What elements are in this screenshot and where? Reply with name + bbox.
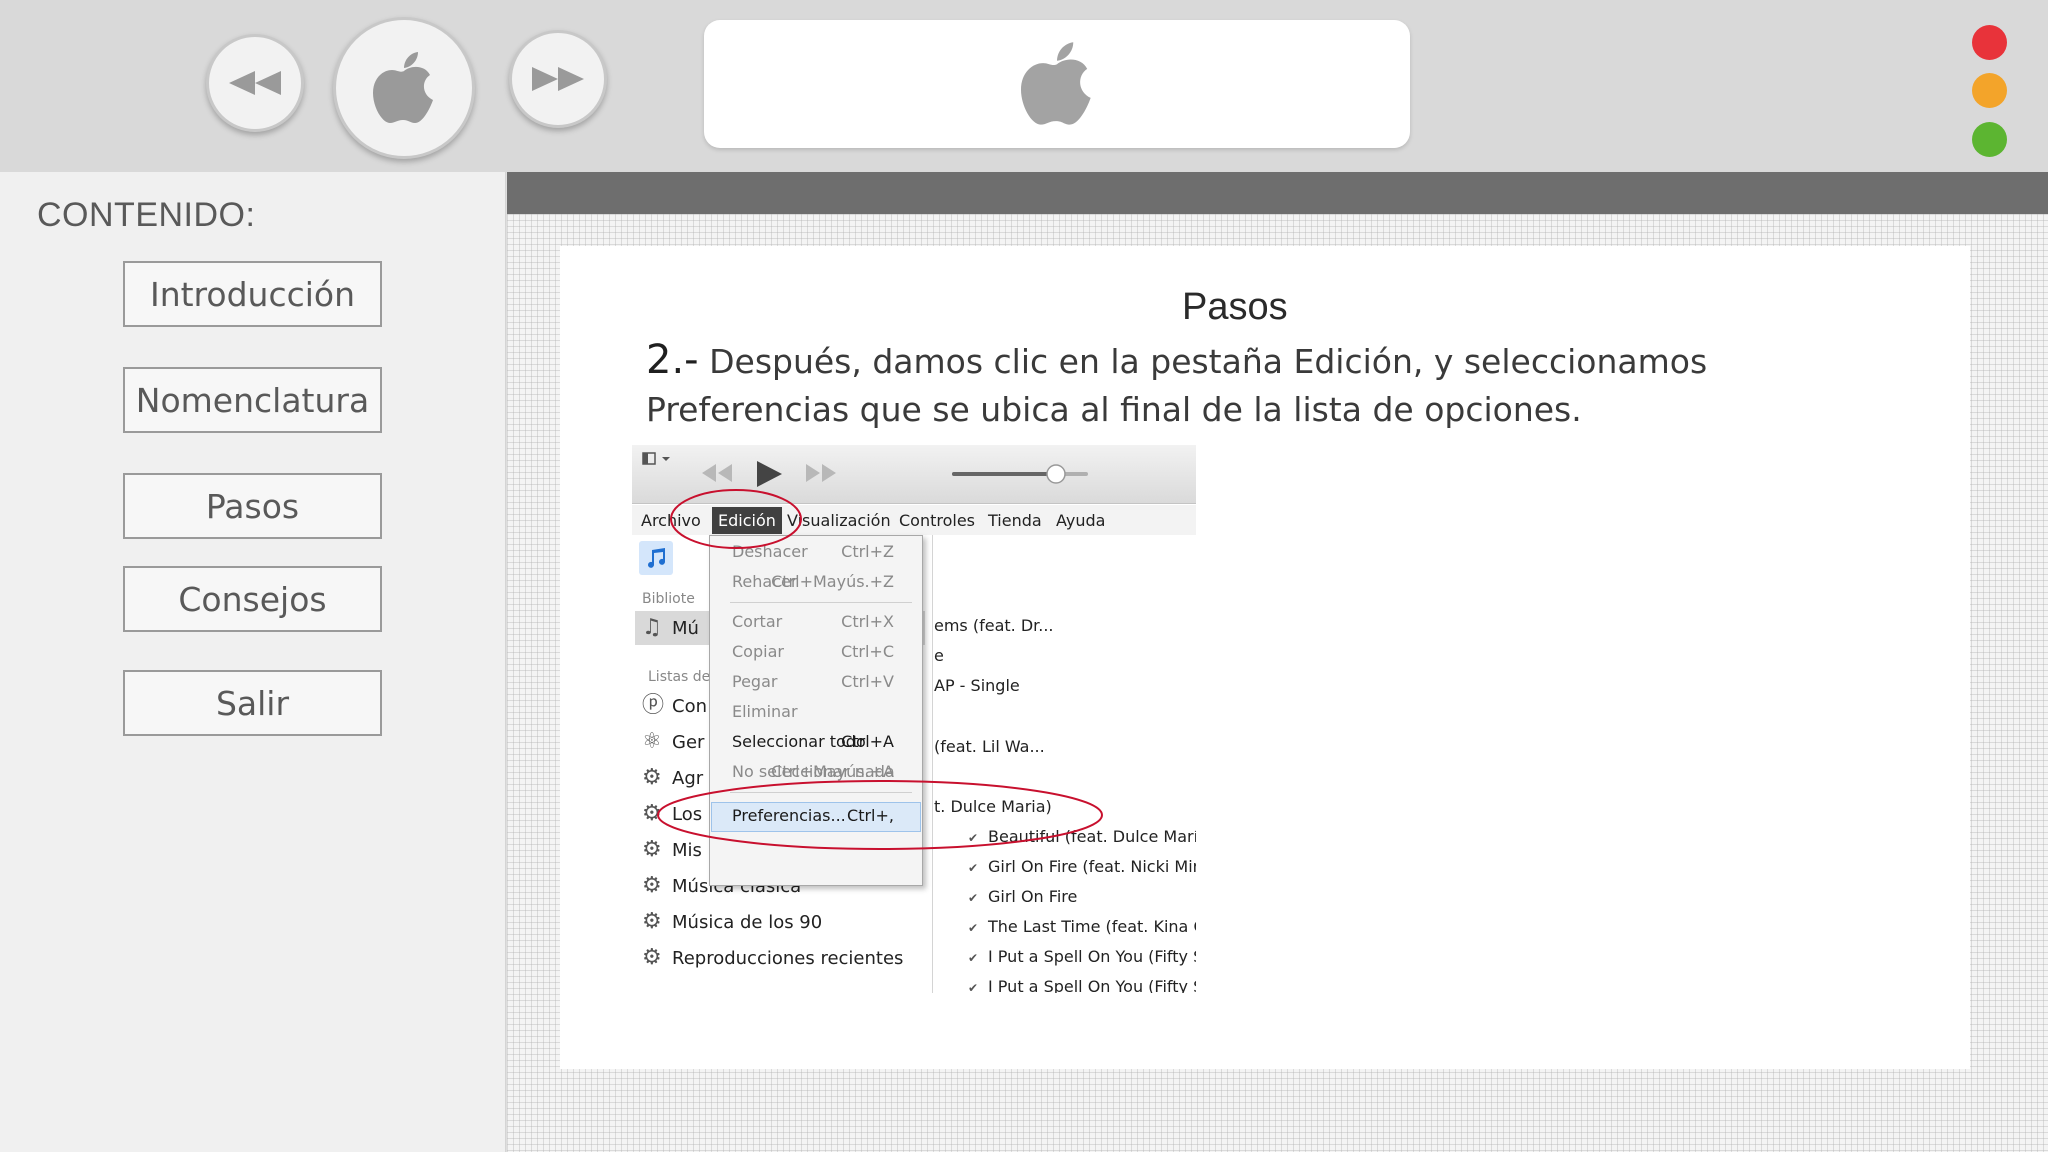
playlists-label: Listas de	[648, 669, 711, 685]
menu-item-pegar[interactable]: Pegar	[732, 672, 777, 691]
menu-item-preferencias[interactable]: Preferencias...	[732, 806, 846, 825]
itunes-rewind-icon	[702, 464, 732, 482]
song-row[interactable]: I Put a Spell On You (Fifty S	[988, 977, 1196, 993]
song-row[interactable]: t. Dulce Maria)	[934, 797, 1052, 816]
fast-forward-button[interactable]	[509, 30, 607, 128]
menu-item-copiar[interactable]: Copiar	[732, 642, 784, 661]
menu-separator	[730, 602, 912, 603]
nav-button-salir[interactable]: Salir	[123, 670, 382, 736]
menu-item-eliminar[interactable]: Eliminar	[732, 702, 798, 721]
apple-logo-icon	[373, 52, 433, 123]
itunes-play-icon	[757, 461, 782, 487]
itunes-forward-icon	[806, 464, 836, 482]
song-row[interactable]: e	[934, 646, 944, 665]
close-dot[interactable]	[1972, 25, 2007, 60]
music-label[interactable]: Mú	[672, 618, 699, 639]
menu-ayuda[interactable]: Ayuda	[1056, 511, 1105, 530]
shortcut-label: Ctrl+Z	[841, 542, 894, 561]
genius-icon: ⚛	[642, 729, 662, 754]
itunes-menu-bar: Archivo Edición Visualización Controles …	[632, 505, 1196, 535]
shortcut-label: Ctrl+X	[841, 612, 894, 631]
display-screen	[704, 20, 1410, 148]
sidebar-toggle-icon	[642, 452, 670, 465]
itunes-song-list: ems (feat. Dr... e AP - Single (feat. Li…	[932, 535, 1196, 993]
playlist-item[interactable]: Los	[672, 804, 702, 825]
song-row[interactable]: (feat. Lil Wa...	[934, 737, 1045, 756]
menu-controles[interactable]: Controles	[899, 511, 975, 530]
music-note-icon: ♫	[642, 615, 662, 640]
playlist-item[interactable]: Ger	[672, 732, 704, 753]
menu-separator	[730, 792, 912, 793]
minimize-dot[interactable]	[1972, 73, 2007, 108]
fast-forward-icon	[532, 67, 584, 91]
itunes-toolbar	[632, 445, 1196, 504]
volume-slider	[952, 464, 1088, 484]
menu-edicion[interactable]: Edición	[712, 507, 782, 534]
home-button[interactable]	[333, 17, 475, 159]
menu-tienda[interactable]: Tienda	[988, 511, 1042, 530]
podcast-icon: ⓟ	[642, 693, 665, 718]
menu-archivo[interactable]: Archivo	[641, 511, 701, 530]
step-description: 2.- Después, damos clic en la pestaña Ed…	[646, 336, 1906, 434]
edit-dropdown-menu: Deshacer Ctrl+Z Rehacer Ctrl+Mayús.+Z Co…	[709, 535, 923, 886]
checkbox-icon[interactable]: ✔	[968, 891, 978, 905]
nav-button-introduccion[interactable]: Introducción	[123, 261, 382, 327]
itunes-screenshot: Archivo Edición Visualización Controles …	[632, 445, 1196, 993]
checkbox-icon[interactable]: ✔	[968, 921, 978, 935]
gear-icon: ⚙	[642, 765, 662, 790]
checkbox-icon[interactable]: ✔	[968, 861, 978, 875]
song-row[interactable]: I Put a Spell On You (Fifty S	[988, 947, 1196, 966]
menu-item-deshacer[interactable]: Deshacer	[732, 542, 808, 561]
shortcut-label: Ctrl+V	[841, 672, 894, 691]
shortcut-label: Ctrl+Mayús.+A	[771, 762, 894, 781]
song-row[interactable]: Girl On Fire (feat. Nicki Min	[988, 857, 1196, 876]
step-text: Después, damos clic en la pestaña Edició…	[646, 342, 1708, 429]
menu-visualizacion[interactable]: Visualización	[787, 511, 891, 530]
content-header-bar	[507, 172, 2048, 214]
shortcut-label: Ctrl+C	[840, 642, 894, 661]
playlist-item[interactable]: Música de los 90	[672, 912, 822, 933]
gear-icon: ⚙	[642, 801, 662, 826]
nav-button-nomenclatura[interactable]: Nomenclatura	[123, 367, 382, 433]
nav-button-consejos[interactable]: Consejos	[123, 566, 382, 632]
menu-item-cortar[interactable]: Cortar	[732, 612, 782, 631]
music-note-icon	[648, 548, 665, 568]
gear-icon: ⚙	[642, 837, 662, 862]
gear-icon: ⚙	[642, 945, 662, 970]
nav-button-pasos[interactable]: Pasos	[123, 473, 382, 539]
shortcut-label: Ctrl+,	[847, 806, 894, 825]
page-title: Pasos	[1182, 286, 1288, 328]
rewind-button[interactable]	[206, 34, 304, 132]
sidebar-heading: CONTENIDO:	[37, 196, 256, 234]
playlist-item[interactable]: Con	[672, 696, 707, 717]
library-label: Bibliote	[642, 591, 695, 607]
step-number: 2.-	[646, 337, 699, 383]
song-row[interactable]: ems (feat. Dr...	[934, 616, 1054, 635]
song-row[interactable]: Girl On Fire	[988, 887, 1077, 906]
rewind-icon	[229, 71, 281, 95]
maximize-dot[interactable]	[1972, 122, 2007, 157]
gear-icon: ⚙	[642, 873, 662, 898]
shortcut-label: Ctrl+A	[841, 732, 894, 751]
checkbox-icon[interactable]: ✔	[968, 951, 978, 965]
song-row[interactable]: Beautiful (feat. Dulce María)	[988, 827, 1196, 846]
song-row[interactable]: AP - Single	[934, 676, 1020, 695]
checkbox-icon[interactable]: ✔	[968, 981, 978, 993]
playlist-item[interactable]: Agr	[672, 768, 703, 789]
playlist-item[interactable]: Reproducciones recientes	[672, 948, 903, 969]
shortcut-label: Ctrl+Mayús.+Z	[771, 572, 894, 591]
apple-logo-icon	[1021, 42, 1091, 125]
checkbox-icon[interactable]: ✔	[968, 831, 978, 845]
song-row[interactable]: The Last Time (feat. Kina Gra	[988, 917, 1196, 936]
gear-icon: ⚙	[642, 909, 662, 934]
